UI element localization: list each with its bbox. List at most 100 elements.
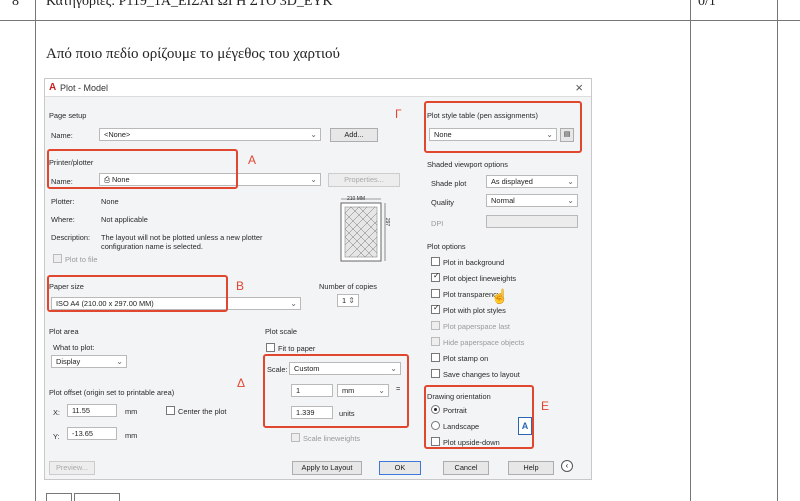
row-number: 8 [12, 0, 19, 9]
annotation-letter-d: Δ [237, 376, 246, 390]
offset-y-unit: mm [125, 431, 138, 440]
chevron-down-icon: ⌄ [310, 130, 317, 139]
category-text: Κατηγορίες: Ρ119_1Α_ΕΙΣΑΓΩΓΗ ΣΤΟ 3D_ΕΥΚ [46, 0, 333, 9]
plot-stamp-checkbox[interactable] [431, 353, 440, 362]
plot-dialog: A Plot - Model × Page setup Name: <None>… [44, 78, 592, 480]
preview-width-label: 210 MM [347, 196, 366, 202]
hide-paperspace-checkbox[interactable] [431, 337, 440, 346]
plot-to-file-label: Plot to file [65, 255, 98, 264]
dpi-input[interactable] [486, 215, 578, 228]
center-plot-checkbox[interactable] [166, 406, 175, 415]
what-to-plot-select[interactable]: Display ⌄ [51, 355, 127, 368]
cancel-button[interactable]: Cancel [443, 461, 489, 475]
annotation-letter-g: Γ [395, 107, 402, 121]
preview-button[interactable]: Preview... [49, 461, 95, 475]
answer-cell [74, 493, 120, 501]
dialog-title: Plot - Model [60, 83, 109, 93]
plot-scale-section: Plot scale [265, 327, 298, 336]
page-setup-section: Page setup [49, 111, 87, 120]
page-setup-name-label: Name: [51, 131, 73, 140]
fit-to-paper-checkbox[interactable] [266, 343, 275, 352]
paperspace-last-checkbox[interactable] [431, 321, 440, 330]
plot-lineweights-label: Plot object lineweights [443, 274, 517, 283]
chevron-down-icon: ⌄ [567, 177, 574, 186]
annotation-letter-a: A [248, 153, 257, 167]
answer-cell [46, 493, 72, 501]
score-text: 0/1 [698, 0, 716, 9]
paper-preview [340, 198, 386, 262]
question-text: Από ποιο πεδίο ορίζουμε το μέγεθος του χ… [46, 46, 340, 62]
expand-icon[interactable]: ‹ [561, 460, 573, 472]
where-value: Not applicable [101, 215, 148, 224]
plotter-label: Plotter: [51, 197, 75, 206]
annotation-box-d [263, 354, 409, 428]
fit-to-paper-label: Fit to paper [278, 344, 316, 353]
page-setup-name-value: <None> [104, 130, 131, 139]
copies-stepper[interactable]: 1 ⇕ [337, 294, 359, 307]
chevron-down-icon: ⌄ [290, 299, 297, 308]
description-line1: The layout will not be plotted unless a … [101, 233, 263, 242]
dialog-titlebar: A Plot - Model × [45, 79, 591, 97]
save-changes-checkbox[interactable] [431, 369, 440, 378]
plot-transparency-checkbox[interactable] [431, 289, 440, 298]
annotation-letter-e: E [541, 399, 550, 413]
description-label: Description: [51, 233, 91, 242]
shade-plot-value: As displayed [491, 177, 533, 186]
copies-label: Number of copies [319, 282, 377, 291]
offset-x-input[interactable]: 11.55 [67, 404, 117, 417]
offset-y-label: Y: [53, 432, 60, 441]
close-icon[interactable]: × [575, 80, 583, 95]
paperspace-last-label: Plot paperspace last [443, 322, 510, 331]
center-plot-label: Center the plot [178, 407, 227, 416]
properties-button[interactable]: Properties... [328, 173, 400, 187]
annotation-box-b [47, 275, 228, 312]
plot-background-checkbox[interactable] [431, 257, 440, 266]
table-divider [35, 0, 36, 501]
annotation-letter-b: B [236, 279, 245, 293]
quality-label: Quality [431, 198, 455, 207]
stepper-icon: ⇕ [348, 296, 355, 305]
plot-lineweights-checkbox[interactable] [431, 271, 440, 282]
plot-styles-label: Plot with plot styles [443, 306, 506, 315]
plot-area-section: Plot area [49, 327, 79, 336]
ok-button[interactable]: OK [379, 461, 421, 475]
scale-lineweights-label: Scale lineweights [303, 434, 361, 443]
plot-background-label: Plot in background [443, 258, 505, 267]
plot-stamp-label: Plot stamp on [443, 354, 489, 363]
hand-cursor-icon: ☝ [491, 288, 509, 304]
shaded-viewport-section: Shaded viewport options [427, 160, 508, 169]
add-button[interactable]: Add... [330, 128, 378, 142]
plotter-value: None [101, 197, 119, 206]
annotation-box-g [424, 101, 582, 153]
help-button[interactable]: Help [508, 461, 554, 475]
preview-height-label: 297 [384, 217, 391, 227]
chevron-down-icon: ⌄ [310, 175, 317, 184]
quality-select[interactable]: Normal ⌄ [486, 194, 578, 207]
apply-to-layout-button[interactable]: Apply to Layout [292, 461, 362, 475]
table-divider [690, 0, 691, 501]
plot-options-section: Plot options [427, 242, 466, 251]
shade-plot-select[interactable]: As displayed ⌄ [486, 175, 578, 188]
annotation-box-a [47, 149, 238, 189]
where-label: Where: [51, 215, 75, 224]
chevron-down-icon: ⌄ [116, 357, 123, 366]
page-setup-name-select[interactable]: <None> ⌄ [99, 128, 321, 141]
table-divider [0, 20, 800, 21]
copies-value: 1 [342, 296, 347, 305]
annotation-box-e [424, 385, 534, 449]
save-changes-label: Save changes to layout [443, 370, 520, 379]
what-to-plot-label: What to plot: [53, 343, 95, 352]
description-line2: configuration name is selected. [101, 242, 203, 251]
plot-to-file-checkbox[interactable] [53, 254, 62, 263]
plot-styles-checkbox[interactable] [431, 303, 440, 314]
autocad-icon: A [49, 82, 57, 93]
offset-x-unit: mm [125, 407, 138, 416]
hide-paperspace-label: Hide paperspace objects [443, 338, 525, 347]
shade-plot-label: Shade plot [431, 179, 467, 188]
offset-y-input[interactable]: -13.65 [67, 427, 117, 440]
what-to-plot-value: Display [56, 357, 81, 366]
plot-offset-section: Plot offset (origin set to printable are… [49, 388, 175, 397]
scale-lineweights-checkbox[interactable] [291, 433, 300, 442]
quality-value: Normal [491, 196, 515, 205]
page-header-row: 8 Κατηγορίες: Ρ119_1Α_ΕΙΣΑΓΩΓΗ ΣΤΟ 3D_ΕΥ… [0, 0, 800, 20]
